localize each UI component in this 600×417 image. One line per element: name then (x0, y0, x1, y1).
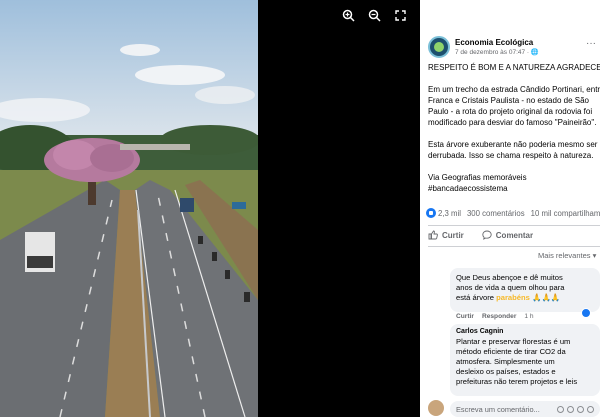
comment-icon (482, 230, 492, 240)
post-header: Economia Ecológica 7 de dezembro às 07:4… (428, 36, 539, 58)
divider (428, 225, 600, 226)
post-body-2: Esta árvore exuberante não poderia mesmo… (428, 140, 598, 160)
comment-input-placeholder: Escreva um comentário... (456, 404, 540, 414)
avatar (428, 400, 444, 416)
hashtag-link[interactable]: #bancadaecossistema (428, 184, 508, 193)
comment-text: Plantar e preservar florestas é um métod… (456, 337, 578, 386)
post-text: RESPEITO É BOM E A NATUREZA AGRADECE Em … (428, 62, 600, 205)
comment-input[interactable]: Escreva um comentário... (450, 401, 600, 417)
road-photo (0, 0, 258, 417)
comment-bubble: Carlos Cagnin Plantar e preservar flores… (450, 324, 600, 396)
more-options-icon[interactable]: ··· (586, 38, 596, 49)
share-count[interactable]: 10 mil compartilhamentos (531, 209, 600, 218)
thumbs-up-icon (428, 230, 438, 240)
page-name[interactable]: Economia Ecológica (455, 38, 539, 47)
emoji-icon[interactable] (557, 405, 564, 413)
post-actions: Curtir Comentar (428, 230, 533, 240)
comment-actions: Curtir Responder 1 h (456, 313, 534, 320)
post-panel: Economia Ecológica 7 de dezembro às 07:4… (420, 0, 600, 417)
comment-like-icon (581, 308, 591, 318)
chevron-down-icon: ▾ (592, 251, 597, 260)
post-headline: RESPEITO É BOM E A NATUREZA AGRADECE (428, 63, 600, 72)
page-avatar[interactable] (428, 36, 450, 58)
comment-button[interactable]: Comentar (482, 230, 533, 240)
comment-author[interactable]: Carlos Cagnin (456, 328, 594, 335)
comment-time[interactable]: 1 h (524, 313, 533, 320)
globe-icon: 🌐 (530, 49, 539, 56)
sticker-icon[interactable] (587, 405, 594, 413)
comment-count[interactable]: 300 comentários (467, 209, 525, 218)
post-photo[interactable] (0, 0, 258, 417)
viewer-backdrop (258, 0, 420, 417)
post-stats: 2,3 mil 300 comentários 10 mil compartil… (426, 208, 600, 218)
like-button[interactable]: Curtir (428, 230, 464, 240)
post-date[interactable]: 7 de dezembro às 07:47 · (455, 49, 531, 56)
zoom-out-icon[interactable] (366, 7, 382, 23)
comment-text: Que Deus abençoe e dê muitos anos de vid… (456, 273, 565, 302)
reaction-count[interactable]: 2,3 mil (438, 209, 461, 218)
post-via: Via Geografias memoráveis #bancadaecossi… (428, 173, 527, 193)
comment-reply-button[interactable]: Responder (482, 313, 516, 320)
fullscreen-icon[interactable] (392, 7, 408, 23)
post-body: Em um trecho da estrada Cândido Portinar… (428, 85, 600, 127)
zoom-in-icon[interactable] (340, 7, 356, 23)
screen: Economia Ecológica 7 de dezembro às 07:4… (0, 0, 600, 417)
comment-like-button[interactable]: Curtir (456, 313, 474, 320)
camera-icon[interactable] (567, 405, 574, 413)
like-reaction-icon[interactable] (426, 208, 436, 218)
divider (428, 246, 600, 247)
leaf-logo-icon (434, 42, 444, 52)
comment-sort-dropdown[interactable]: Mais relevantes ▾ (538, 251, 596, 260)
gif-icon[interactable] (577, 405, 584, 413)
comment-bubble: Que Deus abençoe e dê muitos anos de vid… (450, 268, 600, 312)
viewer-controls (340, 7, 408, 23)
composer-icons (557, 405, 594, 413)
